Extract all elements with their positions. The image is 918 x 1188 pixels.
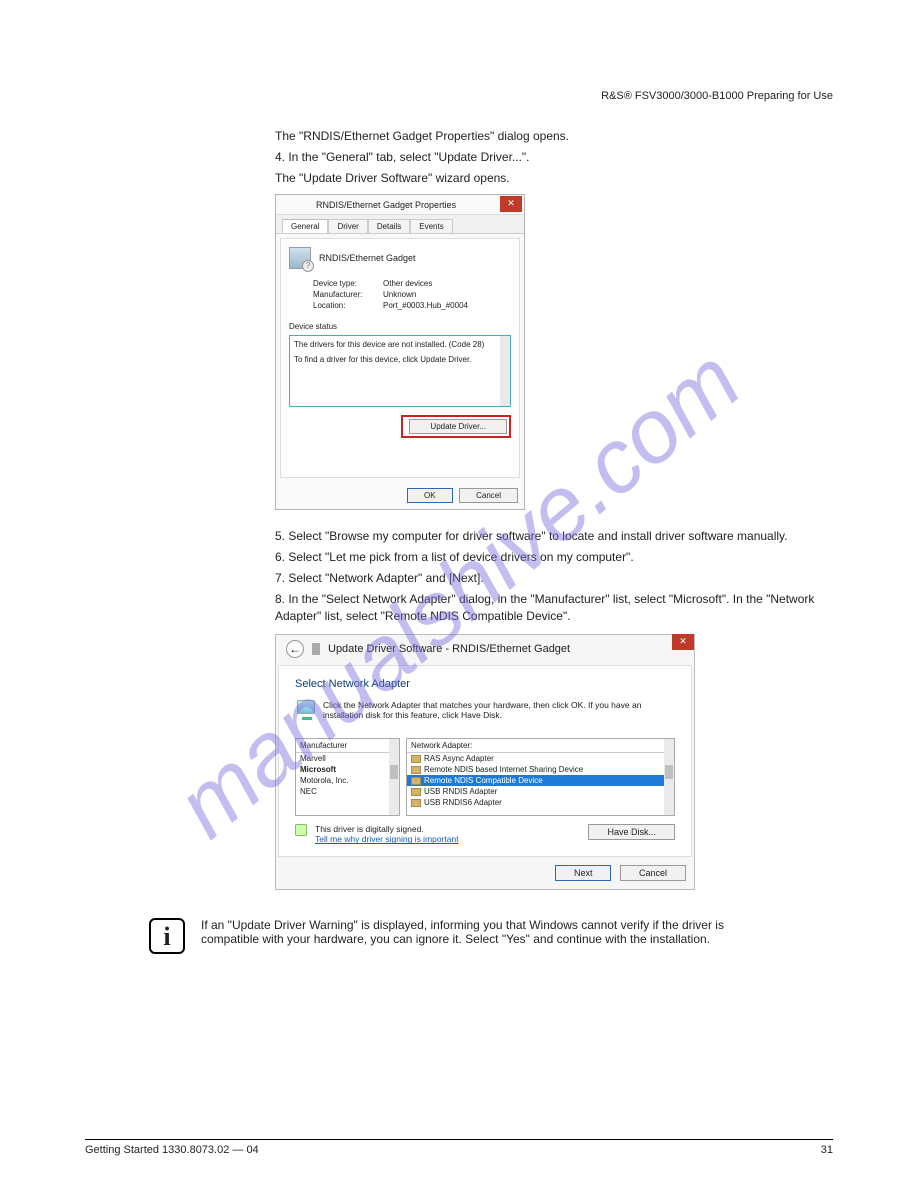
scrollbar[interactable] [500,336,510,406]
list-item[interactable]: USB RNDIS6 Adapter [407,797,674,808]
info-text: If an "Update Driver Warning" is display… [201,918,761,946]
dialog-title: RNDIS/Ethernet Gadget Properties [316,200,456,210]
adapter-icon [411,788,421,796]
manufacturer-header: Manufacturer [296,739,399,753]
cancel-button[interactable]: Cancel [620,865,686,881]
wizard-icon [312,643,320,655]
list-item[interactable]: Microsoft [296,764,399,775]
list-item[interactable]: Marvell [296,753,399,764]
close-icon[interactable]: ✕ [672,634,694,650]
label-manufacturer: Manufacturer: [313,290,383,299]
device-status-box: The drivers for this device are not inst… [289,335,511,407]
network-adapter-icon [297,700,315,714]
step5-text: 5. Select "Browse my computer for driver… [275,528,833,545]
close-icon[interactable]: ✕ [500,196,522,212]
scrollbar[interactable] [389,739,399,815]
list-item[interactable]: Remote NDIS based Internet Sharing Devic… [407,764,674,775]
step8-text: 8. In the "Select Network Adapter" dialo… [275,591,833,625]
page-footer: Getting Started 1330.8073.02 — 04 31 [85,1139,833,1156]
label-device-type: Device type: [313,279,383,288]
step6-text: 6. Select "Let me pick from a list of de… [275,549,833,566]
properties-dialog: RNDIS/Ethernet Gadget Properties ✕ Gener… [275,194,525,510]
label-location: Location: [313,301,383,310]
signed-text: This driver is digitally signed. [315,824,459,834]
dialog-titlebar: RNDIS/Ethernet Gadget Properties ✕ [276,195,524,215]
tab-details[interactable]: Details [368,219,410,233]
value-manufacturer: Unknown [383,290,416,299]
tab-general[interactable]: General [282,219,328,233]
footer-left: Getting Started 1330.8073.02 — 04 [85,1144,259,1156]
step4a-text: 4. In the "General" tab, select "Update … [275,149,833,166]
footer-right: 31 [821,1144,833,1156]
device-name: RNDIS/Ethernet Gadget [319,253,416,263]
list-item[interactable]: USB RNDIS Adapter [407,786,674,797]
adapter-icon [411,777,421,785]
status-line1: The drivers for this device are not inst… [294,340,506,349]
scrollbar[interactable] [664,739,674,815]
wizard-description: Click the Network Adapter that matches y… [323,700,675,720]
cancel-button[interactable]: Cancel [459,488,518,503]
wizard-titlebar: ← Update Driver Software - RNDIS/Etherne… [276,635,694,663]
signing-info-link[interactable]: Tell me why driver signing is important [315,834,459,844]
label-device-status: Device status [289,322,511,331]
tab-events[interactable]: Events [410,219,452,233]
value-location: Port_#0003.Hub_#0004 [383,301,468,310]
adapter-icon [411,799,421,807]
back-icon[interactable]: ← [286,640,304,658]
status-line2: To find a driver for this device, click … [294,355,506,364]
ok-button[interactable]: OK [407,488,453,503]
page-header: R&S® FSV3000/3000-B1000 Preparing for Us… [85,90,833,102]
wizard-subtitle: Select Network Adapter [295,678,675,690]
manufacturer-listbox[interactable]: Manufacturer Marvell Microsoft Motorola,… [295,738,400,816]
adapter-icon [411,766,421,774]
tab-body-general: RNDIS/Ethernet Gadget Device type:Other … [280,238,520,478]
next-button[interactable]: Next [555,865,612,881]
device-icon [289,247,311,269]
adapter-icon [411,755,421,763]
wizard-title-text: Update Driver Software - RNDIS/Ethernet … [328,643,570,655]
step4b-text: The "Update Driver Software" wizard open… [275,170,833,187]
tab-driver[interactable]: Driver [328,219,367,233]
have-disk-button[interactable]: Have Disk... [588,824,675,840]
step7-text: 7. Select "Network Adapter" and [Next]. [275,570,833,587]
info-note: i If an "Update Driver Warning" is displ… [149,918,833,954]
intro-text: The "RNDIS/Ethernet Gadget Properties" d… [275,128,833,145]
signed-icon [295,824,307,836]
list-item[interactable]: NEC [296,786,399,797]
list-item[interactable]: Motorola, Inc. [296,775,399,786]
network-adapter-listbox[interactable]: Network Adapter: RAS Async Adapter Remot… [406,738,675,816]
list-item[interactable]: RAS Async Adapter [407,753,674,764]
wizard-dialog: ✕ ← Update Driver Software - RNDIS/Ether… [275,634,695,890]
update-driver-button[interactable]: Update Driver... [409,419,507,434]
network-adapter-header: Network Adapter: [407,739,674,753]
list-item-selected[interactable]: Remote NDIS Compatible Device [407,775,674,786]
info-icon: i [149,918,185,954]
dialog-tabbar: General Driver Details Events [276,215,524,234]
value-device-type: Other devices [383,279,432,288]
